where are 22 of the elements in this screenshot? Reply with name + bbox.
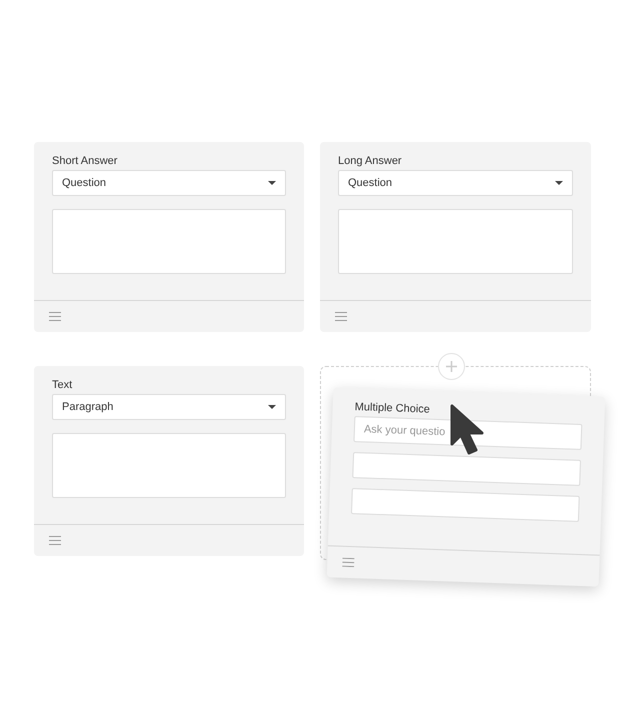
caret-icon [555, 181, 563, 185]
plus-icon [446, 361, 457, 372]
option-field[interactable] [351, 488, 580, 522]
card-title: Text [52, 378, 74, 392]
menu-icon[interactable] [335, 312, 347, 321]
caret-icon [268, 405, 276, 409]
answer-box[interactable] [52, 433, 286, 498]
answer-box[interactable] [52, 209, 286, 274]
card-title: Long Answer [338, 154, 403, 168]
question-type-select[interactable]: Paragraph [52, 394, 286, 420]
question-type-select[interactable]: Question [338, 170, 573, 196]
menu-icon[interactable] [49, 536, 61, 545]
menu-icon[interactable] [342, 558, 354, 568]
menu-icon[interactable] [49, 312, 61, 321]
option-field[interactable] [352, 452, 581, 486]
question-type-select[interactable]: Question [52, 170, 286, 196]
add-button[interactable] [438, 353, 465, 380]
dragged-card[interactable]: Multiple Choice Ask your questio [326, 387, 606, 587]
caret-icon [268, 181, 276, 185]
answer-box[interactable] [338, 209, 573, 274]
card-title: Short Answer [52, 154, 118, 168]
card-title: Multiple Choice [354, 400, 432, 418]
